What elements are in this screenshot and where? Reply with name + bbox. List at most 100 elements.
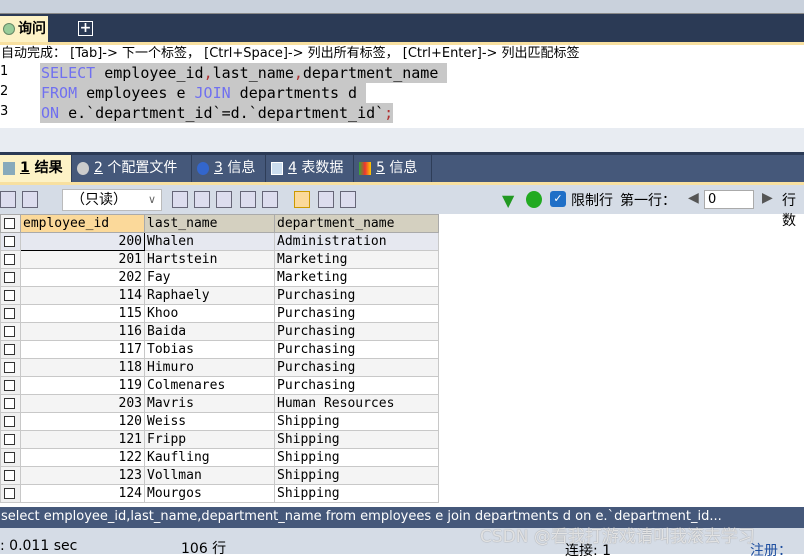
splitter[interactable] (0, 128, 804, 152)
save-icon[interactable] (216, 191, 232, 208)
row-checkbox[interactable] (0, 448, 21, 467)
table-row[interactable]: 115 Khoo Purchasing (0, 304, 439, 323)
export-icon[interactable] (0, 191, 16, 208)
table-row[interactable]: 122 Kaufling Shipping (0, 448, 439, 467)
add-row-icon[interactable] (172, 191, 188, 208)
cell[interactable]: 116 (20, 322, 145, 341)
cell[interactable]: Purchasing (274, 340, 439, 359)
column-header[interactable]: last_name (144, 214, 275, 233)
cell[interactable]: Khoo (144, 304, 275, 323)
row-checkbox[interactable] (0, 250, 21, 269)
cell[interactable]: Vollman (144, 466, 275, 485)
cell[interactable]: Shipping (274, 466, 439, 485)
row-checkbox[interactable] (0, 232, 21, 251)
cell[interactable]: 118 (20, 358, 145, 377)
row-checkbox[interactable] (0, 304, 21, 323)
table-row[interactable]: 124 Mourgos Shipping (0, 484, 439, 503)
copy-row-icon[interactable] (194, 191, 210, 208)
column-header[interactable]: employee_id (20, 214, 145, 233)
cell[interactable]: 122 (20, 448, 145, 467)
register-link[interactable]: 注册： (750, 540, 792, 560)
row-checkbox[interactable] (0, 430, 21, 449)
cell[interactable]: 202 (20, 268, 145, 287)
table-row[interactable]: 114 Raphaely Purchasing (0, 286, 439, 305)
cell[interactable]: Shipping (274, 430, 439, 449)
limit-rows-checkbox[interactable]: ✓ (550, 191, 566, 207)
cell[interactable]: Colmenares (144, 376, 275, 395)
row-checkbox[interactable] (0, 412, 21, 431)
tab-info-2[interactable]: 5 信息 (356, 155, 432, 182)
cell[interactable]: 123 (20, 466, 145, 485)
tab-result[interactable]: 1 结果 (0, 155, 72, 182)
cell[interactable]: Whalen (144, 232, 275, 251)
table-row[interactable]: 119 Colmenares Purchasing (0, 376, 439, 395)
row-checkbox[interactable] (0, 286, 21, 305)
cell[interactable]: 121 (20, 430, 145, 449)
cancel-icon[interactable] (262, 191, 278, 208)
table-row[interactable]: 202 Fay Marketing (0, 268, 439, 287)
cell[interactable]: Purchasing (274, 322, 439, 341)
tab-query[interactable]: 询问 (0, 16, 48, 42)
cell[interactable]: Fripp (144, 430, 275, 449)
cell[interactable]: Mourgos (144, 484, 275, 503)
cell[interactable]: Purchasing (274, 304, 439, 323)
refresh-icon[interactable] (526, 191, 542, 208)
table-row[interactable]: 201 Hartstein Marketing (0, 250, 439, 269)
cell[interactable]: Shipping (274, 448, 439, 467)
cell[interactable]: Marketing (274, 250, 439, 269)
column-header[interactable]: department_name (274, 214, 439, 233)
cell[interactable]: Weiss (144, 412, 275, 431)
cell[interactable]: 203 (20, 394, 145, 413)
mode-select[interactable]: （只读） ∨ (62, 189, 162, 211)
cell[interactable]: Kaufling (144, 448, 275, 467)
cell[interactable]: 124 (20, 484, 145, 503)
cell[interactable]: Marketing (274, 268, 439, 287)
row-checkbox[interactable] (0, 484, 21, 503)
table-row[interactable]: 116 Baida Purchasing (0, 322, 439, 341)
row-checkbox[interactable] (0, 340, 21, 359)
table-row[interactable]: 123 Vollman Shipping (0, 466, 439, 485)
tab-info[interactable]: 3 信息 (194, 155, 266, 182)
row-checkbox[interactable] (0, 268, 21, 287)
cell[interactable]: Fay (144, 268, 275, 287)
import-icon[interactable] (22, 191, 38, 208)
cell[interactable]: Human Resources (274, 394, 439, 413)
cell[interactable]: Himuro (144, 358, 275, 377)
cell[interactable]: Shipping (274, 412, 439, 431)
select-all-checkbox[interactable] (0, 214, 21, 233)
row-checkbox[interactable] (0, 358, 21, 377)
cell[interactable]: Purchasing (274, 376, 439, 395)
table-row[interactable]: 121 Fripp Shipping (0, 430, 439, 449)
row-checkbox[interactable] (0, 394, 21, 413)
cell[interactable]: 120 (20, 412, 145, 431)
cell[interactable]: 115 (20, 304, 145, 323)
row-checkbox[interactable] (0, 466, 21, 485)
add-tab-button[interactable]: + (78, 21, 93, 36)
cell[interactable]: Administration (274, 232, 439, 251)
cell[interactable]: 117 (20, 340, 145, 359)
cell[interactable]: Mavris (144, 394, 275, 413)
delete-icon[interactable] (240, 191, 256, 208)
row-checkbox[interactable] (0, 376, 21, 395)
cell[interactable]: 201 (20, 250, 145, 269)
cell[interactable]: Hartstein (144, 250, 275, 269)
cell[interactable]: Raphaely (144, 286, 275, 305)
next-page-icon[interactable]: ▶ (762, 190, 773, 206)
row-checkbox[interactable] (0, 322, 21, 341)
cell[interactable]: Baida (144, 322, 275, 341)
form-view-icon[interactable] (318, 191, 334, 208)
text-view-icon[interactable] (340, 191, 356, 208)
cell[interactable]: Purchasing (274, 358, 439, 377)
grid-view-icon[interactable] (294, 191, 310, 208)
tab-profile[interactable]: 2 个配置文件 (74, 155, 192, 182)
cell[interactable]: Tobias (144, 340, 275, 359)
table-row[interactable]: 120 Weiss Shipping (0, 412, 439, 431)
first-row-input[interactable]: 0 (704, 190, 754, 209)
cell[interactable]: 114 (20, 286, 145, 305)
cell[interactable]: Purchasing (274, 286, 439, 305)
table-row[interactable]: 200 Whalen Administration (0, 232, 439, 251)
table-row[interactable]: 203 Mavris Human Resources (0, 394, 439, 413)
table-row[interactable]: 117 Tobias Purchasing (0, 340, 439, 359)
table-row[interactable]: 118 Himuro Purchasing (0, 358, 439, 377)
cell[interactable]: 119 (20, 376, 145, 395)
